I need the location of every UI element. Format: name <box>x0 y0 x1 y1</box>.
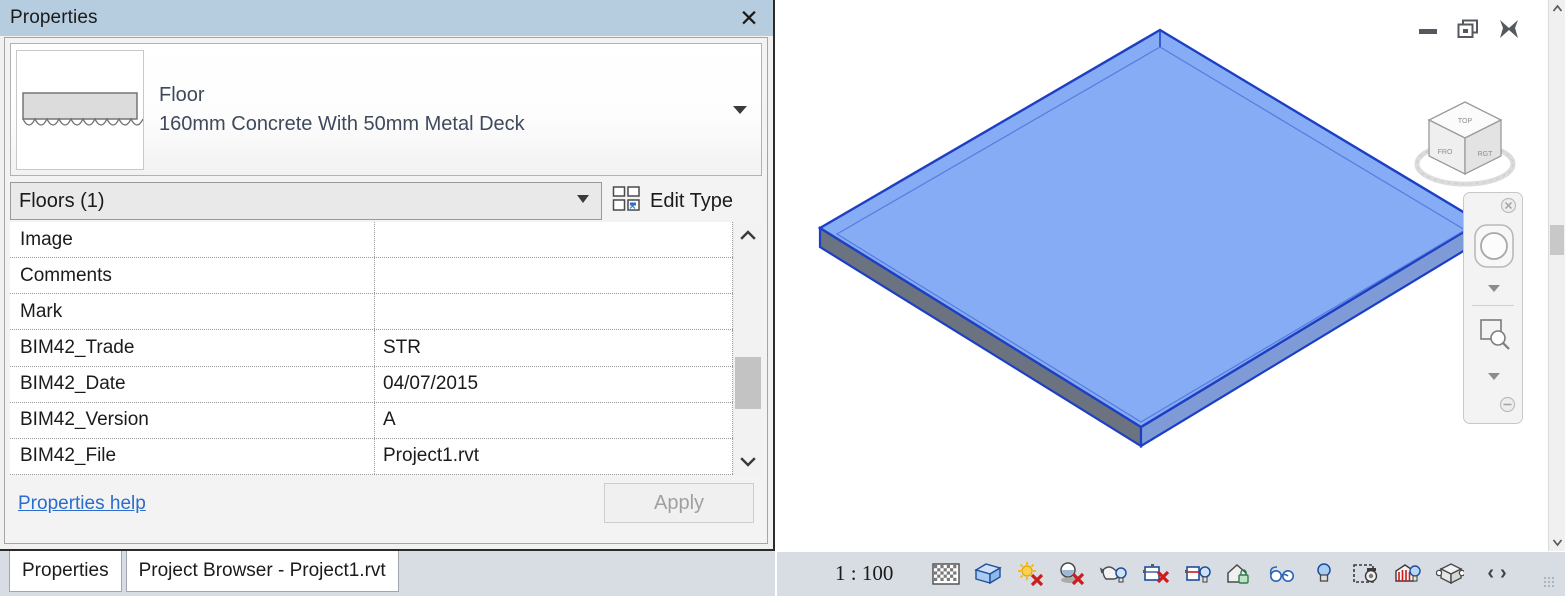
view-control-bar: 1 : 100 ‹ › <box>777 551 1565 596</box>
chevron-up-icon[interactable] <box>734 222 762 248</box>
next-arrow-icon[interactable]: › <box>1500 562 1507 585</box>
prev-arrow-icon[interactable]: ‹ <box>1487 562 1494 585</box>
property-grid: Image Comments Mark BIM42_Trade STR BIM4… <box>10 222 762 475</box>
view-window-controls <box>1417 18 1521 40</box>
chevron-down-icon[interactable] <box>1488 373 1500 380</box>
property-value[interactable] <box>375 294 733 330</box>
divider <box>1472 305 1514 306</box>
property-value[interactable]: 04/07/2015 <box>375 366 733 402</box>
property-name: Image <box>10 222 375 258</box>
view-scale-label[interactable]: 1 : 100 <box>835 561 893 586</box>
palette-tab-strip: Properties Project Browser - Project1.rv… <box>0 551 775 596</box>
table-row[interactable]: BIM42_File Project1.rvt <box>10 438 733 475</box>
scrollbar-thumb[interactable] <box>1550 225 1564 255</box>
visual-style-icon[interactable] <box>973 559 1003 589</box>
floor-slab-model[interactable] <box>777 0 1565 551</box>
steering-wheel-icon[interactable] <box>1472 221 1516 276</box>
navigation-bar[interactable] <box>1463 192 1523 424</box>
detail-level-icon[interactable] <box>931 559 961 589</box>
revit-window: Properties ✕ Floor 160mm Concrete With 5… <box>0 0 1565 596</box>
rendering-dialog-icon[interactable] <box>1099 559 1129 589</box>
property-name: BIM42_Version <box>10 402 375 438</box>
property-value[interactable] <box>375 258 733 294</box>
table-row[interactable]: BIM42_Date 04/07/2015 <box>10 366 733 403</box>
type-selector-text: Floor 160mm Concrete With 50mm Metal Dec… <box>159 81 525 139</box>
property-value[interactable]: A <box>375 402 733 438</box>
3d-view-window[interactable]: TOP FRO RGT <box>777 0 1565 551</box>
viewcube-icon[interactable]: TOP FRO RGT <box>1405 86 1525 196</box>
properties-titlebar: Properties ✕ <box>0 0 773 36</box>
restore-icon[interactable] <box>1457 19 1479 39</box>
chevron-down-icon[interactable] <box>1488 285 1500 292</box>
property-value[interactable] <box>375 222 733 258</box>
view-nav-arrows: ‹ › <box>1487 562 1506 585</box>
type-name-label: 160mm Concrete With 50mm Metal Deck <box>159 112 525 135</box>
divider <box>777 551 1565 552</box>
svg-text:FRO: FRO <box>1438 149 1453 156</box>
table-row[interactable]: Image <box>10 222 733 259</box>
svg-text:RGT: RGT <box>1478 151 1494 158</box>
category-row: Floors (1) Edit Type <box>10 182 762 220</box>
property-value[interactable]: Project1.rvt <box>375 438 733 474</box>
shadows-off-icon[interactable] <box>1057 559 1087 589</box>
edit-type-icon <box>612 185 642 218</box>
scrollbar-track[interactable] <box>734 248 762 449</box>
resize-grip-icon[interactable] <box>1543 576 1555 588</box>
svg-text:TOP: TOP <box>1458 118 1473 125</box>
scrollbar-thumb[interactable] <box>735 356 761 409</box>
table-row[interactable]: BIM42_Version A <box>10 402 733 439</box>
chevron-up-icon[interactable] <box>1549 0 1565 17</box>
table-row[interactable]: BIM42_Trade STR <box>10 330 733 367</box>
tab-project-browser[interactable]: Project Browser - Project1.rvt <box>125 551 399 592</box>
chevron-down-icon[interactable] <box>1549 534 1565 551</box>
nav-close-icon[interactable] <box>1500 197 1517 219</box>
view-control-icons: ‹ › <box>931 559 1507 589</box>
chevron-down-icon[interactable] <box>733 106 747 114</box>
chevron-down-icon[interactable] <box>577 195 589 203</box>
table-row[interactable]: Mark <box>10 294 733 331</box>
property-rows: Image Comments Mark BIM42_Trade STR BIM4… <box>10 222 733 475</box>
edit-type-button[interactable]: Edit Type <box>612 182 762 220</box>
properties-footer: Properties help Apply <box>10 478 762 530</box>
close-icon[interactable]: ✕ <box>735 4 763 32</box>
reveal-hidden-elements-icon[interactable] <box>1267 559 1297 589</box>
type-selector[interactable]: Floor 160mm Concrete With 50mm Metal Dec… <box>10 43 762 176</box>
table-row[interactable]: Comments <box>10 258 733 295</box>
nav-minimize-icon[interactable] <box>1499 396 1516 418</box>
property-value[interactable]: STR <box>375 330 733 366</box>
tab-properties[interactable]: Properties <box>9 551 122 592</box>
properties-body: Floor 160mm Concrete With 50mm Metal Dec… <box>4 37 768 544</box>
edit-type-label: Edit Type <box>650 189 734 212</box>
type-family-label: Floor <box>159 83 205 106</box>
properties-palette: Properties ✕ Floor 160mm Concrete With 5… <box>0 0 775 551</box>
show-crop-region-icon[interactable] <box>1183 559 1213 589</box>
property-name: Comments <box>10 258 375 294</box>
property-name: BIM42_Trade <box>10 330 375 366</box>
sun-path-off-icon[interactable] <box>1015 559 1045 589</box>
property-name: BIM42_Date <box>10 366 375 402</box>
minimize-icon[interactable] <box>1417 20 1439 38</box>
property-name: Mark <box>10 294 375 330</box>
property-grid-scrollbar[interactable] <box>733 222 762 475</box>
page-title: Properties <box>10 7 98 28</box>
close-icon[interactable] <box>1497 18 1521 40</box>
apply-button[interactable]: Apply <box>604 483 754 523</box>
zoom-region-icon[interactable] <box>1479 317 1511 356</box>
properties-help-link[interactable]: Properties help <box>18 493 146 515</box>
chevron-down-icon[interactable] <box>734 449 762 475</box>
view-scrollbar[interactable] <box>1548 0 1565 551</box>
category-selector-label: Floors (1) <box>19 189 105 212</box>
crop-view-off-icon[interactable] <box>1141 559 1171 589</box>
analytical-model-icon[interactable] <box>1393 559 1423 589</box>
temporary-view-properties-icon[interactable] <box>1351 559 1381 589</box>
constraints-icon[interactable] <box>1435 559 1465 589</box>
metal-deck-floor-preview <box>16 49 144 170</box>
category-selector[interactable]: Floors (1) <box>10 182 602 220</box>
worksharing-display-icon[interactable] <box>1309 559 1339 589</box>
temporary-hide-isolate-icon[interactable] <box>1225 559 1255 589</box>
property-name: BIM42_File <box>10 438 375 474</box>
